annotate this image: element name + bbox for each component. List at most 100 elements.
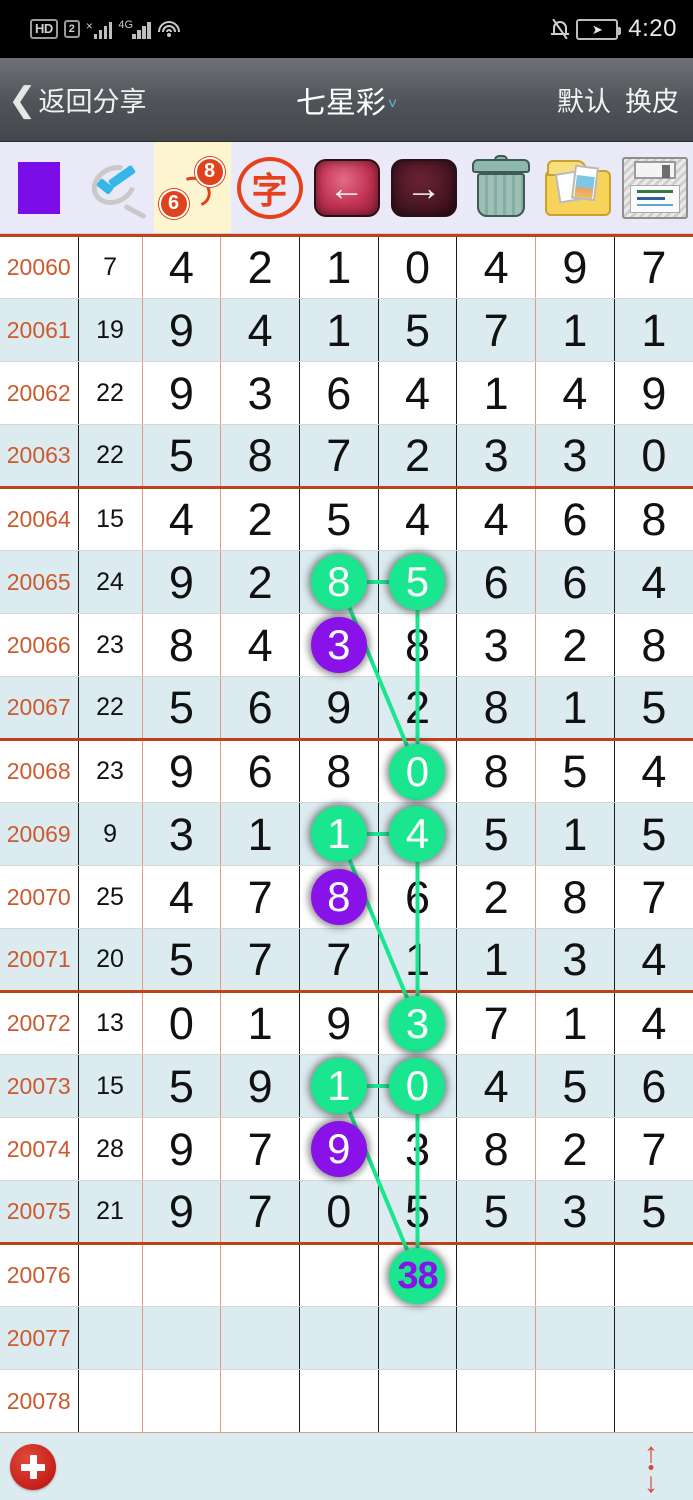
- back-button[interactable]: ❮ 返回分享: [0, 80, 147, 119]
- digit-cell[interactable]: 2: [378, 424, 458, 489]
- digit-cell[interactable]: [456, 1369, 537, 1433]
- digit-cell[interactable]: 1: [299, 298, 379, 362]
- digit-cell[interactable]: 5: [456, 1180, 537, 1245]
- digit-cell[interactable]: 4: [614, 928, 693, 993]
- digit-cell[interactable]: 3: [535, 424, 615, 489]
- digit-cell[interactable]: 3: [535, 928, 615, 993]
- digit-cell[interactable]: [299, 1369, 379, 1433]
- digit-cell[interactable]: 9: [220, 1054, 300, 1118]
- marker-green[interactable]: 8: [310, 554, 367, 610]
- digit-cell[interactable]: [614, 1243, 693, 1307]
- digit-cell[interactable]: 1: [299, 802, 379, 866]
- digit-cell[interactable]: 7: [614, 234, 693, 299]
- marker-purple[interactable]: 8: [310, 869, 367, 925]
- digit-cell[interactable]: [378, 1306, 458, 1370]
- digit-cell[interactable]: [456, 1243, 537, 1307]
- digit-cell[interactable]: [456, 1306, 537, 1370]
- digit-cell[interactable]: 1: [220, 802, 300, 866]
- digit-cell[interactable]: 5: [535, 739, 615, 803]
- digit-cell[interactable]: 6: [614, 1054, 693, 1118]
- table-row[interactable]: 20070 25 4 7 8 6 2 8 7: [0, 865, 693, 929]
- table-row[interactable]: 20067 22 5 6 9 2 8 1 5: [0, 676, 693, 741]
- digit-cell[interactable]: 1: [535, 802, 615, 866]
- next-arrow-button[interactable]: →: [385, 142, 462, 233]
- digit-cell[interactable]: 9: [142, 1117, 222, 1181]
- digit-cell[interactable]: 8: [456, 676, 537, 741]
- marker-green[interactable]: 5: [389, 554, 446, 610]
- zi-stamp-button[interactable]: 字: [231, 142, 308, 233]
- digit-cell[interactable]: [614, 1369, 693, 1433]
- table-row[interactable]: 20060 7 4 2 1 0 4 9 7: [0, 234, 693, 299]
- digit-cell[interactable]: 7: [456, 298, 537, 362]
- page-title-label[interactable]: 七星彩: [296, 78, 386, 122]
- digit-cell[interactable]: 1: [299, 234, 379, 299]
- digit-cell[interactable]: 4: [378, 802, 458, 866]
- digit-cell[interactable]: 5: [142, 424, 222, 489]
- digit-cell[interactable]: [614, 1306, 693, 1370]
- digit-cell[interactable]: 5: [378, 1180, 458, 1245]
- marker-green[interactable]: 1: [310, 1058, 367, 1114]
- color-swatch-button[interactable]: [0, 142, 77, 233]
- digit-cell[interactable]: 7: [299, 928, 379, 993]
- digit-cell[interactable]: [299, 1243, 379, 1307]
- digit-cell[interactable]: 9: [142, 361, 222, 425]
- digit-cell[interactable]: 2: [220, 234, 300, 299]
- digit-cell[interactable]: 6: [378, 865, 458, 929]
- digit-cell[interactable]: 9: [299, 991, 379, 1055]
- digit-cell[interactable]: 8: [142, 613, 222, 677]
- table-row[interactable]: 20077: [0, 1306, 693, 1370]
- default-theme-button[interactable]: 默认: [557, 80, 611, 119]
- digit-cell[interactable]: 1: [378, 928, 458, 993]
- marker-sum38[interactable]: 38: [389, 1247, 446, 1304]
- photos-button[interactable]: [539, 142, 616, 233]
- digit-cell[interactable]: 5: [456, 802, 537, 866]
- table-row[interactable]: 20064 15 4 2 5 4 4 6 8: [0, 487, 693, 551]
- change-skin-button[interactable]: 换皮: [625, 80, 679, 119]
- digit-cell[interactable]: 5: [614, 1180, 693, 1245]
- digit-cell[interactable]: 5: [142, 676, 222, 741]
- digit-cell[interactable]: 8: [456, 1117, 537, 1181]
- digit-cell[interactable]: 7: [614, 865, 693, 929]
- marker-purple[interactable]: 3: [310, 617, 367, 673]
- scroll-updown-control[interactable]: ↑ ↓: [631, 1438, 671, 1496]
- table-row[interactable]: 20065 24 9 2 8 5 6 6 4: [0, 550, 693, 614]
- digit-cell[interactable]: 4: [614, 550, 693, 614]
- digit-cell[interactable]: 6: [535, 487, 615, 551]
- digit-cell[interactable]: 0: [378, 234, 458, 299]
- digit-cell[interactable]: [535, 1243, 615, 1307]
- digit-cell[interactable]: 1: [535, 676, 615, 741]
- swap-6-8-button[interactable]: 8 6: [154, 142, 231, 233]
- digit-cell[interactable]: 9: [299, 1117, 379, 1181]
- digit-cell[interactable]: 3: [378, 991, 458, 1055]
- digit-cell[interactable]: 1: [456, 928, 537, 993]
- digit-cell[interactable]: 5: [142, 928, 222, 993]
- digit-cell[interactable]: 0: [614, 424, 693, 489]
- digit-cell[interactable]: 3: [299, 613, 379, 677]
- chevron-down-icon[interactable]: ˅: [388, 96, 397, 114]
- digit-cell[interactable]: 6: [456, 550, 537, 614]
- digit-cell[interactable]: 4: [378, 361, 458, 425]
- table-row[interactable]: 20068 23 9 6 8 0 8 5 4: [0, 739, 693, 803]
- digit-cell[interactable]: 8: [456, 739, 537, 803]
- digit-cell[interactable]: 6: [299, 361, 379, 425]
- save-floppy-button[interactable]: [616, 142, 693, 233]
- digit-cell[interactable]: 8: [299, 550, 379, 614]
- digit-cell[interactable]: 6: [220, 676, 300, 741]
- digit-cell[interactable]: 8: [614, 613, 693, 677]
- digit-cell[interactable]: 9: [142, 550, 222, 614]
- digit-cell[interactable]: 3: [456, 613, 537, 677]
- digit-cell[interactable]: [220, 1243, 300, 1307]
- marker-green[interactable]: 0: [389, 1058, 446, 1114]
- check-mark-button[interactable]: [77, 142, 154, 233]
- table-row[interactable]: 20074 28 9 7 9 3 8 2 7: [0, 1117, 693, 1181]
- digit-cell[interactable]: 3: [142, 802, 222, 866]
- digit-cell[interactable]: [535, 1306, 615, 1370]
- table-row[interactable]: 20066 23 8 4 3 8 3 2 8: [0, 613, 693, 677]
- digit-cell[interactable]: 7: [220, 1117, 300, 1181]
- table-row[interactable]: 20071 20 5 7 7 1 1 3 4: [0, 928, 693, 993]
- trash-button[interactable]: [462, 142, 539, 233]
- digit-cell[interactable]: 3: [456, 424, 537, 489]
- digit-cell[interactable]: 9: [535, 234, 615, 299]
- digit-cell[interactable]: 4: [456, 234, 537, 299]
- digit-cell[interactable]: 4: [142, 865, 222, 929]
